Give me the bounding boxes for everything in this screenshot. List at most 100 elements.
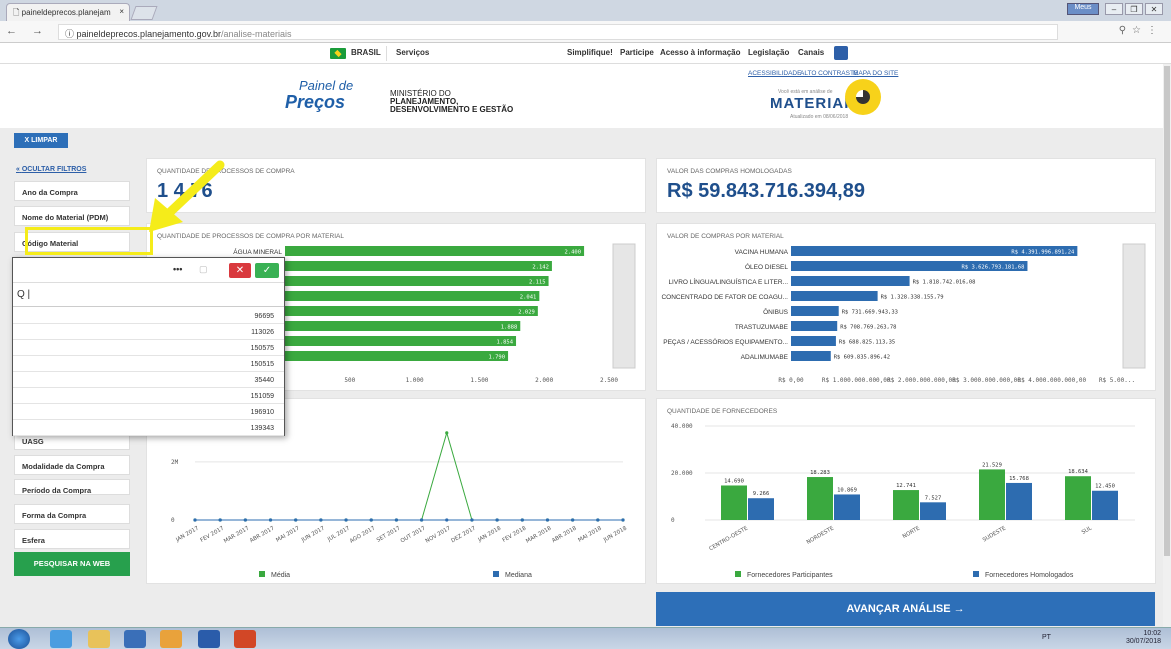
clock[interactable]: 10:02 30/07/2018	[1126, 630, 1161, 646]
tab-close-icon[interactable]: ×	[119, 7, 124, 16]
acesso-informacao-link[interactable]: Acesso à informação	[660, 48, 740, 57]
dropdown-item[interactable]: 151059	[13, 388, 284, 404]
new-tab-button[interactable]	[130, 6, 158, 20]
brasil-link[interactable]: BRASIL	[351, 48, 381, 57]
value-label: R$ 1.328.338.155,79	[881, 295, 944, 301]
category-label: PEÇAS / ACESSÓRIOS EQUIPAMENTO...	[663, 337, 788, 346]
series-point	[394, 518, 399, 522]
site-header: Painel de Preços MINISTÉRIO DO PLANEJAME…	[0, 64, 1171, 128]
logo-text-1[interactable]: Painel de	[299, 78, 353, 93]
start-button-icon[interactable]	[8, 629, 30, 649]
browser-tab[interactable]: 🗋 paineldeprecos.planejam ×	[6, 3, 130, 21]
y-tick-label: 0	[171, 517, 175, 524]
clock-time: 10:02	[1143, 630, 1161, 637]
dropdown-item[interactable]: 113026	[13, 324, 284, 340]
powerpoint-icon[interactable]	[234, 630, 256, 648]
more-options-icon[interactable]: •••	[173, 264, 182, 274]
bar	[285, 306, 538, 316]
word-icon[interactable]	[198, 630, 220, 648]
browser-tab-strip: 🗋 paineldeprecos.planejam × Meus – ❐ ✕	[0, 0, 1171, 21]
value-label: 1.888	[501, 325, 518, 331]
profile-button[interactable]: Meus	[1067, 3, 1099, 15]
mapa-site-link[interactable]: MAPA DO SITE	[853, 70, 898, 77]
acessibilidade-link[interactable]: ACESSIBILIDADE	[748, 70, 801, 77]
url-path: /analise-materiais	[220, 29, 292, 39]
x-tick-label: ABR 2018	[551, 525, 578, 544]
canais-icon[interactable]	[834, 46, 848, 60]
dropdown-item[interactable]: 35440	[13, 372, 284, 388]
bar	[748, 498, 774, 520]
filter-esfera[interactable]: Esfera	[14, 529, 130, 549]
x-tick-label: JUL 2017	[326, 525, 351, 543]
scrollbar-thumb[interactable]	[1164, 66, 1170, 556]
x-tick-label: AGO 2017	[349, 525, 377, 544]
chrome-icon[interactable]	[160, 630, 182, 648]
category-label: ÔNIBUS	[763, 307, 789, 316]
x-tick-label: NOV 2017	[425, 525, 453, 544]
kpi-valor-title: VALOR DAS COMPRAS HOMOLOGADAS	[667, 168, 792, 175]
filter-nome-material[interactable]: Nome do Material (PDM)	[14, 206, 130, 226]
bar	[285, 276, 549, 286]
canais-link[interactable]: Canais	[798, 48, 824, 57]
value-label: 18.634	[1068, 469, 1089, 475]
series-point	[571, 518, 575, 522]
category-label: VACINA HUMANA	[735, 249, 789, 256]
bar	[285, 246, 585, 256]
cancel-selection-button[interactable]: ✕	[229, 263, 251, 278]
bar	[893, 490, 919, 520]
simplifique-link[interactable]: Simplifique!	[567, 48, 613, 57]
language-indicator[interactable]: PT	[1042, 634, 1051, 641]
dropdown-item[interactable]: 196910	[13, 404, 284, 420]
dropdown-search-input[interactable]: Q |	[13, 283, 284, 307]
taskbar: PT 10:02 30/07/2018	[0, 627, 1171, 649]
ocultar-filtros-link[interactable]: « OCULTAR FILTROS	[16, 166, 86, 173]
ie-icon[interactable]	[50, 630, 72, 648]
legislacao-link[interactable]: Legislação	[748, 48, 789, 57]
bar	[791, 351, 831, 361]
bar	[721, 485, 747, 520]
pesquisar-web-button[interactable]: PESQUISAR NA WEB	[14, 552, 130, 576]
dropdown-item[interactable]: 150575	[13, 340, 284, 356]
info-icon[interactable]: ⓘ	[65, 29, 77, 39]
close-icon[interactable]: ✕	[1145, 3, 1163, 15]
codigo-material-dropdown: ••• ▢ ✕ ✓ Q | 96695 113026 150575 150515 354…	[12, 257, 285, 436]
logo-text-2[interactable]: Preços	[285, 92, 345, 113]
participe-link[interactable]: Participe	[620, 48, 654, 57]
series-point	[621, 518, 625, 522]
category-label: ÁGUA MINERAL	[233, 247, 282, 256]
tick-label: R$ 1.000.000.000,00	[822, 377, 891, 384]
filter-forma[interactable]: Forma da Compra	[14, 504, 130, 524]
page-scrollbar[interactable]	[1163, 64, 1171, 627]
chart-fornecedores-svg: 0 20.000 40.000 14.690 9.266 CENTRO-OESTE 18.2…	[671, 423, 1135, 579]
explorer-icon[interactable]	[88, 630, 110, 648]
x-tick-label: SET 2017	[376, 525, 402, 543]
dropdown-item[interactable]: 139343	[13, 420, 284, 436]
tick-label: 500	[344, 377, 355, 384]
filter-modalidade[interactable]: Modalidade da Compra	[14, 455, 130, 475]
value-label: 10.869	[837, 487, 857, 493]
tick-label: 1.500	[470, 377, 488, 384]
servicos-link[interactable]: Serviços	[396, 48, 429, 57]
tick-label: 2.000	[535, 377, 553, 384]
divider	[386, 46, 387, 61]
filter-ano[interactable]: Ano da Compra	[14, 181, 130, 201]
tick-label: R$ 4.000.000.000,00	[1017, 377, 1086, 384]
confirm-selection-button[interactable]: ✓	[255, 263, 279, 278]
outlook-icon[interactable]	[124, 630, 146, 648]
x-tick-label: FEV 2018	[502, 525, 528, 544]
category-label: CONCENTRADO DE FATOR DE COAGU...	[661, 294, 788, 301]
x-tick-label: JUN 2018	[602, 525, 628, 544]
avancar-analise-button[interactable]: AVANÇAR ANÁLISE →	[656, 592, 1155, 626]
dropdown-item[interactable]: 96695	[13, 308, 284, 324]
minimize-icon[interactable]: –	[1105, 3, 1123, 15]
filter-periodo[interactable]: Período da Compra	[14, 479, 130, 495]
limpar-button[interactable]: X LIMPAR	[14, 133, 68, 148]
browser-actions[interactable]: ⚲☆⋮	[1119, 25, 1163, 36]
alto-contraste-link[interactable]: ALTO CONTRASTE	[800, 70, 858, 77]
legend-label: Fornecedores Participantes	[747, 572, 833, 579]
bar	[807, 477, 833, 520]
dropdown-item[interactable]: 150515	[13, 356, 284, 372]
x-tick-label: NORTE	[902, 525, 922, 540]
url-field[interactable]: ⓘ paineldeprecos.planejamento.gov.br/ana…	[58, 24, 1058, 40]
maximize-icon[interactable]: ❐	[1125, 3, 1143, 15]
